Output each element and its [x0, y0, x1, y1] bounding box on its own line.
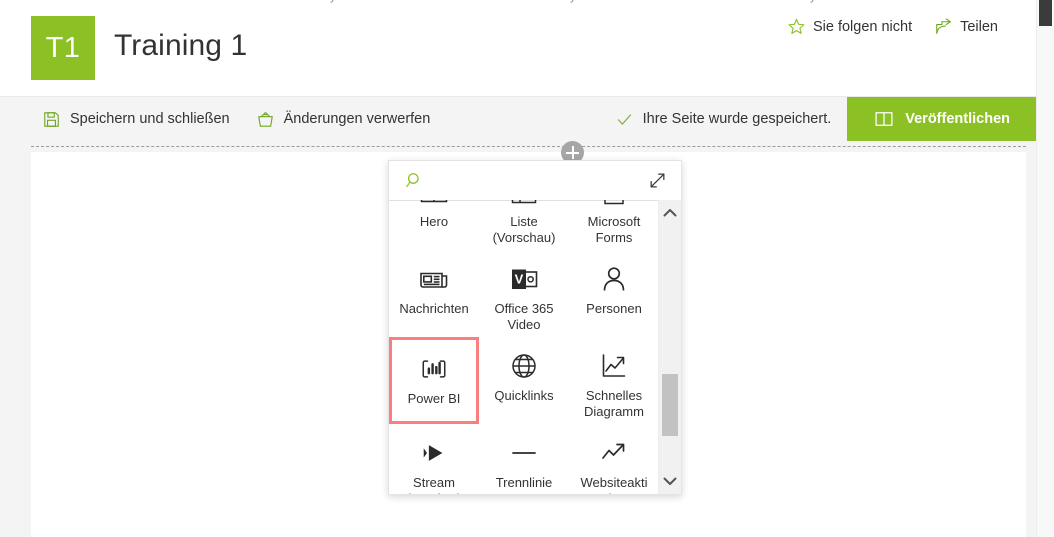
stream-play-icon: [418, 434, 450, 472]
webpart-grid-viewport: Hero Liste (Vorschau) Microsoft Forms Na…: [389, 200, 659, 494]
checkmark-icon: [616, 111, 633, 128]
site-header: T1 Training 1 Sie folgen nicht Teilen: [0, 9, 1037, 95]
save-and-close-label: Speichern und schließen: [70, 111, 230, 127]
browser-scrollbar-thumb[interactable]: [1039, 0, 1052, 26]
webpart-tile-microsoft-forms[interactable]: Microsoft Forms: [569, 200, 659, 250]
webpart-tile-label: Microsoft Forms: [587, 214, 641, 245]
status-badge: Ihre Seite wurde gespeichert.: [616, 97, 848, 141]
webpart-tile-label: Hero: [419, 214, 449, 229]
discard-changes-button[interactable]: Änderungen verwerfen: [254, 107, 433, 132]
forms-icon: [599, 200, 629, 211]
webpart-tile-label: Trennlinie: [495, 475, 553, 490]
command-bar: Speichern und schließen Änderungen verwe…: [0, 96, 1037, 142]
site-activity-icon: [599, 434, 629, 472]
discard-changes-label: Änderungen verwerfen: [283, 111, 431, 127]
chevron-up-icon[interactable]: [659, 202, 681, 224]
clipped-top-text: y y y: [0, 0, 1037, 9]
globe-icon: [509, 347, 539, 385]
command-bar-left-group: Speichern und schließen Änderungen verwe…: [40, 97, 432, 141]
webpart-tile-label: Office 365 Video: [494, 301, 554, 332]
webpart-tile-label: Schnelles Diagramm: [584, 388, 644, 419]
search-input[interactable]: [433, 169, 637, 194]
publish-book-icon: [874, 109, 894, 129]
follow-button-label: Sie folgen nicht: [812, 18, 913, 35]
share-icon: [934, 17, 953, 36]
webpart-tile-hero[interactable]: Hero: [389, 200, 479, 250]
webpart-tile-label: Stream (Preview): [407, 475, 462, 494]
webpart-tile-office-365-video[interactable]: V Office 365 Video: [479, 250, 569, 337]
svg-text:V: V: [515, 272, 524, 287]
webpart-tile-liste[interactable]: Liste (Vorschau): [479, 200, 569, 250]
person-icon: [599, 260, 629, 298]
webpart-tile-quicklinks[interactable]: Quicklinks: [479, 337, 569, 424]
power-bi-icon: [419, 350, 449, 388]
browser-scrollbar[interactable]: [1036, 0, 1054, 537]
share-button-label: Teilen: [960, 18, 998, 35]
save-status-label: Ihre Seite wurde gespeichert.: [642, 111, 832, 127]
star-outline-icon: [787, 17, 806, 36]
share-button[interactable]: Teilen: [932, 14, 1000, 39]
expand-diagonal-icon[interactable]: [648, 171, 667, 190]
discard-icon: [256, 110, 275, 129]
hero-icon: [419, 200, 449, 211]
webpart-tile-stream[interactable]: Stream (Preview): [389, 424, 479, 494]
webpart-tile-nachrichten[interactable]: Nachrichten: [389, 250, 479, 337]
quick-chart-icon: [599, 347, 629, 385]
follow-button[interactable]: Sie folgen nicht: [785, 14, 914, 39]
webpart-tile-label: Liste (Vorschau): [492, 214, 556, 245]
save-and-close-button[interactable]: Speichern und schließen: [40, 107, 232, 132]
search-icon[interactable]: [405, 171, 424, 190]
divider-line-icon: [509, 434, 539, 472]
publish-button-label: Veröffentlichen: [905, 111, 1010, 127]
list-icon: [509, 200, 539, 211]
section-divider: [31, 141, 1026, 164]
header-actions: Sie folgen nicht Teilen: [785, 14, 1000, 39]
webpart-tile-label: Websiteakti vität: [580, 475, 648, 494]
webpart-tile-schnelles-diagramm[interactable]: Schnelles Diagramm: [569, 337, 659, 424]
picker-scrollbar[interactable]: [658, 200, 681, 494]
webpart-picker-panel: Hero Liste (Vorschau) Microsoft Forms Na…: [388, 160, 682, 495]
picker-scrollbar-thumb[interactable]: [662, 374, 678, 436]
webpart-picker-search-bar: [389, 161, 681, 201]
chevron-down-icon[interactable]: [659, 470, 681, 492]
webpart-tile-label: Power BI: [407, 391, 461, 406]
webpart-tile-label: Nachrichten: [399, 301, 469, 316]
news-icon: [418, 260, 450, 298]
save-icon: [42, 110, 61, 129]
webpart-tile-trennlinie[interactable]: Trennlinie: [479, 424, 569, 494]
command-bar-right-group: Ihre Seite wurde gespeichert. Veröffentl…: [616, 97, 1037, 141]
webpart-tile-personen[interactable]: Personen: [569, 250, 659, 337]
webpart-tile-websiteaktivitaet[interactable]: Websiteakti vität: [569, 424, 659, 494]
webpart-grid: Hero Liste (Vorschau) Microsoft Forms Na…: [389, 200, 659, 494]
webpart-tile-label: Personen: [586, 301, 642, 316]
site-logo: T1: [31, 16, 95, 80]
office-video-icon: V: [508, 260, 540, 298]
page-title: Training 1: [114, 29, 248, 62]
publish-button[interactable]: Veröffentlichen: [847, 97, 1037, 141]
webpart-tile-label: Quicklinks: [494, 388, 554, 403]
webpart-tile-power-bi[interactable]: Power BI: [389, 337, 479, 424]
